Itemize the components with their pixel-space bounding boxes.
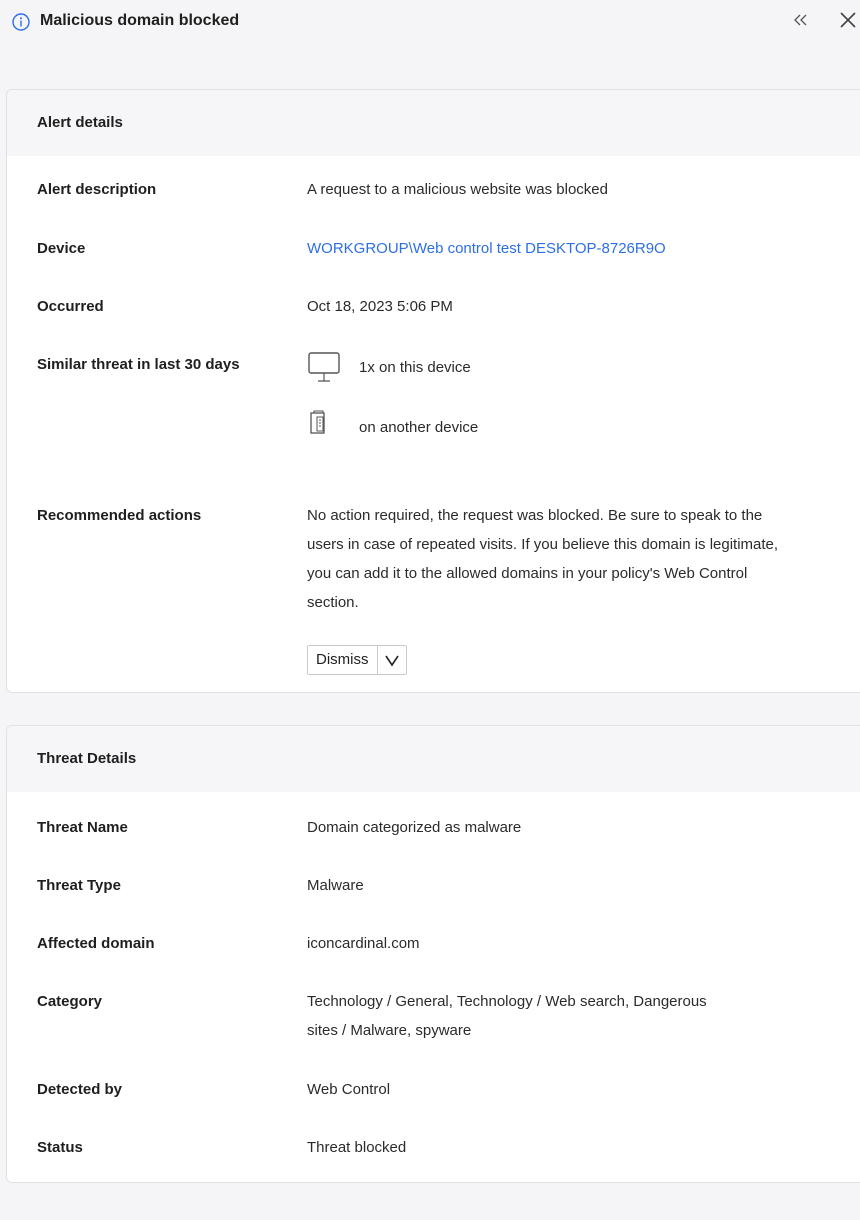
- threat-type-label: Threat Type: [37, 877, 121, 894]
- device-link[interactable]: WORKGROUP\Web control test DESKTOP-8726R…: [307, 240, 666, 257]
- building-icon: [310, 410, 325, 434]
- alert-description-label: Alert description: [37, 181, 157, 198]
- category-value: Technology / General, Technology / Web s…: [307, 993, 707, 1039]
- close-icon[interactable]: [836, 8, 860, 32]
- device-label: Device: [37, 240, 86, 257]
- recommended-actions-label: Recommended actions: [37, 507, 202, 524]
- affected-domain-label: Affected domain: [37, 935, 155, 952]
- recommended-actions-value: No action required, the request was bloc…: [307, 507, 779, 611]
- detected-by-value: Web Control: [307, 1081, 391, 1098]
- threat-type-value: Malware: [307, 877, 364, 894]
- panel-header: Malicious domain blocked: [0, 0, 860, 44]
- similar-threat-row: Similar threat in last 30 days 1x on thi…: [37, 352, 860, 456]
- alert-description-value: A request to a malicious website was blo…: [307, 181, 608, 198]
- dismiss-split-button: Dismiss: [307, 645, 407, 675]
- page-title: Malicious domain blocked: [40, 12, 240, 29]
- status-value: Threat blocked: [307, 1139, 407, 1156]
- info-icon: [12, 13, 30, 31]
- similar-other-device: on another device: [359, 419, 479, 436]
- threat-name-label: Threat Name: [37, 819, 128, 836]
- monitor-icon: [308, 352, 340, 382]
- occurred-value: Oct 18, 2023 5:06 PM: [307, 298, 453, 315]
- threat-name-value: Domain categorized as malware: [307, 819, 522, 836]
- threat-details-card: Threat Details Threat Name Domain catego…: [6, 725, 860, 1183]
- occurred-label: Occurred: [37, 298, 104, 315]
- similar-threat-label: Similar threat in last 30 days: [37, 356, 240, 373]
- alert-details-title: Alert details: [7, 90, 860, 156]
- detected-by-label: Detected by: [37, 1081, 123, 1098]
- threat-details-title: Threat Details: [7, 726, 860, 792]
- alert-details-card: Alert details Alert description A reques…: [6, 89, 860, 693]
- similar-this-device: 1x on this device: [359, 359, 471, 376]
- dismiss-button[interactable]: Dismiss: [308, 646, 378, 674]
- category-label: Category: [37, 993, 103, 1010]
- dismiss-dropdown-toggle[interactable]: [378, 646, 406, 674]
- status-label: Status: [37, 1139, 83, 1156]
- chevron-down-icon: [384, 655, 399, 667]
- affected-domain-value: iconcardinal.com: [307, 935, 420, 952]
- collapse-panel-icon[interactable]: [790, 8, 812, 32]
